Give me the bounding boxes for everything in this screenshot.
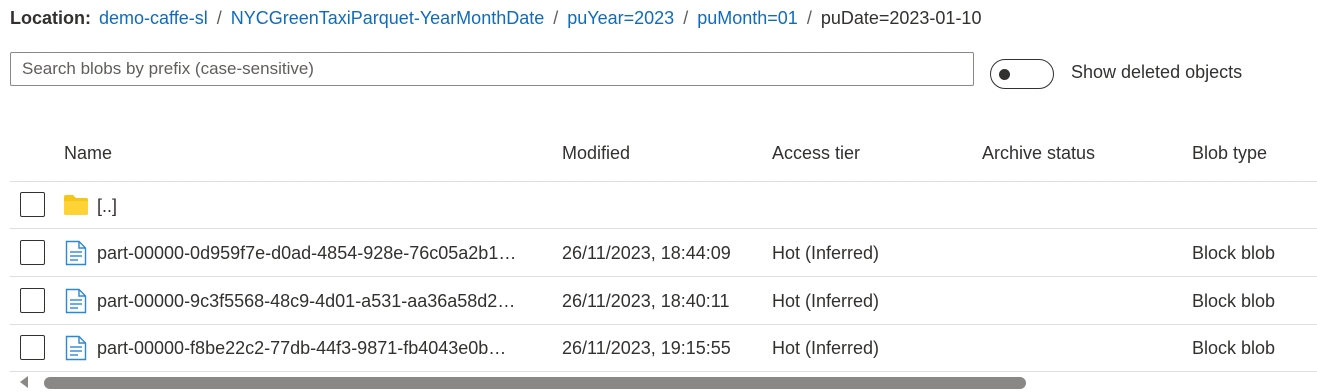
breadcrumb-month[interactable]: puMonth=01: [697, 8, 798, 29]
search-input[interactable]: [11, 53, 973, 85]
horizontal-scrollbar-thumb[interactable]: [44, 377, 1026, 389]
row-divider: [10, 276, 1317, 277]
column-header-blob-type[interactable]: Blob type: [1192, 143, 1267, 164]
modified-cell: 26/11/2023, 18:44:09: [562, 243, 731, 263]
breadcrumb-separator: /: [683, 7, 689, 28]
modified-cell: 26/11/2023, 18:40:11: [562, 291, 730, 311]
show-deleted-toggle[interactable]: [990, 59, 1054, 89]
breadcrumb-year[interactable]: puYear=2023: [567, 8, 674, 29]
row-checkbox[interactable]: [20, 240, 45, 265]
breadcrumb-separator: /: [806, 7, 812, 28]
row-divider: [10, 371, 1317, 372]
row-checkbox[interactable]: [20, 288, 45, 313]
parent-folder-link[interactable]: [..]: [97, 196, 117, 217]
column-header-modified[interactable]: Modified: [562, 143, 630, 164]
breadcrumb: Location: demo-caffe-sl / NYCGreenTaxiPa…: [10, 6, 981, 30]
row-checkbox[interactable]: [20, 335, 45, 360]
folder-icon: [64, 195, 88, 215]
toggle-knob: [999, 69, 1010, 80]
header-divider: [10, 181, 1317, 182]
column-header-archive-status[interactable]: Archive status: [982, 143, 1095, 164]
blob-name-link[interactable]: part-00000-f8be22c2-77db-44f3-9871-fb404…: [97, 338, 549, 359]
show-deleted-label: Show deleted objects: [1071, 62, 1243, 82]
breadcrumb-separator: /: [216, 7, 222, 28]
location-label: Location:: [10, 7, 91, 28]
blob-type-cell: Block blob: [1192, 291, 1276, 311]
row-divider: [10, 324, 1317, 325]
blob-type-cell: Block blob: [1192, 338, 1276, 358]
column-header-access-tier[interactable]: Access tier: [772, 143, 860, 164]
breadcrumb-folder[interactable]: NYCGreenTaxiParquet-YearMonthDate: [231, 8, 545, 29]
scroll-left-arrow-icon[interactable]: [20, 376, 28, 388]
document-icon: [65, 335, 87, 361]
blob-name-link[interactable]: part-00000-0d959f7e-d0ad-4854-928e-76c05…: [97, 243, 549, 264]
document-icon: [65, 240, 87, 266]
blob-type-cell: Block blob: [1192, 243, 1276, 263]
access-tier-cell: Hot (Inferred): [772, 338, 880, 358]
column-header-name[interactable]: Name: [64, 143, 112, 164]
modified-cell: 26/11/2023, 19:15:55: [562, 338, 731, 358]
top-edge: [0, 0, 1317, 2]
document-icon: [65, 288, 87, 314]
breadcrumb-container[interactable]: demo-caffe-sl: [99, 8, 208, 29]
access-tier-cell: Hot (Inferred): [772, 291, 880, 311]
row-divider: [10, 228, 1317, 229]
access-tier-cell: Hot (Inferred): [772, 243, 880, 263]
breadcrumb-separator: /: [553, 7, 559, 28]
search-box[interactable]: [10, 52, 974, 86]
row-checkbox[interactable]: [20, 192, 45, 217]
blob-name-link[interactable]: part-00000-9c3f5568-48c9-4d01-a531-aa36a…: [97, 291, 549, 312]
breadcrumb-current: puDate=2023-01-10: [820, 7, 982, 28]
